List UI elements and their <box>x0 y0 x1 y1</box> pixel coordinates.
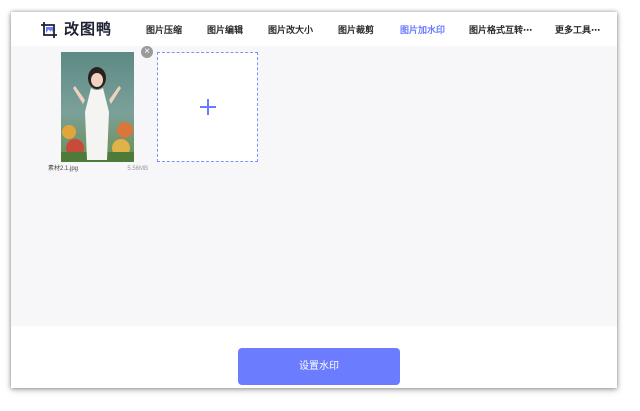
nav-item-crop[interactable]: 图片裁剪 <box>338 24 374 36</box>
nav-item-more-tools[interactable]: 更多工具⋯ <box>555 24 600 36</box>
nav-item-edit[interactable]: 图片编辑 <box>207 24 243 36</box>
nav-item-compress[interactable]: 图片压缩 <box>146 24 182 36</box>
file-size: 5.56MB <box>127 166 148 172</box>
action-bar: 设置水印 <box>11 326 617 388</box>
file-name: 素材2.1.jpg <box>48 166 79 172</box>
upload-area: × 素材2.1.jpg 5.56MB <box>11 46 617 326</box>
nav-item-resize[interactable]: 图片改大小 <box>268 24 313 36</box>
remove-file-icon[interactable]: × <box>141 46 153 58</box>
photo-thumbnail-image <box>61 52 134 162</box>
main-nav: 图片压缩 图片编辑 图片改大小 图片裁剪 图片加水印 图片格式互转⋯ 更多工具⋯ <box>11 12 617 46</box>
image-thumbnail[interactable] <box>61 52 134 162</box>
add-image-button[interactable] <box>157 52 258 162</box>
nav-item-format-convert[interactable]: 图片格式互转⋯ <box>469 24 532 36</box>
plus-icon <box>199 99 216 115</box>
add-plus-wrapper <box>158 53 257 161</box>
top-nav-bar: 改图鸭 图片压缩 图片编辑 图片改大小 图片裁剪 图片加水印 图片格式互转⋯ 更… <box>11 12 617 46</box>
nav-item-watermark[interactable]: 图片加水印 <box>400 24 445 36</box>
app-window: 改图鸭 图片压缩 图片编辑 图片改大小 图片裁剪 图片加水印 图片格式互转⋯ 更… <box>11 12 617 388</box>
set-watermark-button[interactable]: 设置水印 <box>238 348 400 385</box>
file-card[interactable]: × 素材2.1.jpg 5.56MB <box>48 46 153 172</box>
